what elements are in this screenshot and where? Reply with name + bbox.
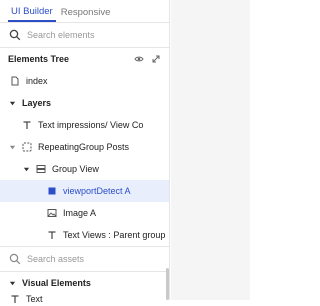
search-assets-field[interactable]: Search assets (0, 247, 169, 271)
text-element-icon (11, 295, 19, 303)
search-icon (9, 253, 21, 265)
repeating-group-icon (22, 142, 32, 152)
tree-label-text-impressions: Text impressions/ View Co (38, 120, 144, 130)
caret-down-icon[interactable] (9, 144, 16, 151)
tree-item-index[interactable]: index (0, 70, 169, 92)
page-icon (11, 76, 19, 86)
tree-label-repeating-group: RepeatingGroup Posts (38, 142, 130, 152)
tree-label-image-a: Image A (63, 208, 97, 218)
visual-element-text[interactable]: Text (0, 294, 169, 306)
elements-panel: UI Builder Responsive Search elements El… (0, 0, 170, 304)
group-icon (36, 165, 46, 173)
scrollbar-thumb[interactable] (166, 268, 169, 300)
eye-icon[interactable] (134, 54, 144, 64)
panel-tabs: UI Builder Responsive (0, 0, 169, 23)
expand-icon[interactable] (151, 54, 161, 64)
visual-element-text-label: Text (26, 294, 43, 304)
tree-label-text-views: Text Views : Parent group (63, 230, 166, 240)
elements-tree-title: Elements Tree (8, 54, 70, 64)
tree-item-text-impressions[interactable]: Text impressions/ View Co (0, 114, 169, 136)
search-icon (9, 29, 21, 41)
tab-ui-builder[interactable]: UI Builder (8, 6, 56, 22)
tree-item-repeating-group[interactable]: RepeatingGroup Posts (0, 136, 169, 158)
search-elements-field[interactable]: Search elements (0, 23, 169, 48)
canvas-area[interactable] (171, 0, 250, 300)
search-elements-placeholder: Search elements (27, 30, 95, 40)
tree-item-text-views[interactable]: Text Views : Parent group (0, 224, 169, 246)
text-element-icon (23, 121, 31, 129)
tab-responsive[interactable]: Responsive (58, 7, 114, 22)
caret-down-icon[interactable] (9, 100, 16, 107)
tree-label-layers: Layers (22, 98, 52, 108)
tree-item-viewport-detect[interactable]: viewportDetect A (0, 180, 169, 202)
search-assets-placeholder: Search assets (27, 254, 85, 264)
text-element-icon (48, 231, 56, 239)
tree-item-group-view[interactable]: Group View (0, 158, 169, 180)
tree-item-layers[interactable]: Layers (0, 92, 169, 114)
visual-elements-title: Visual Elements (22, 278, 91, 288)
visual-elements-header[interactable]: Visual Elements (0, 272, 169, 294)
tree-item-image-a[interactable]: Image A (0, 202, 169, 224)
elements-tree-header: Elements Tree (0, 48, 169, 70)
image-icon (47, 209, 57, 217)
caret-down-icon[interactable] (9, 280, 16, 287)
tree-label-index: index (26, 76, 48, 86)
tree-label-group-view: Group View (52, 164, 99, 174)
tree-label-viewport-detect: viewportDetect A (63, 186, 131, 196)
caret-down-icon[interactable] (23, 166, 30, 173)
shape-icon (48, 187, 56, 195)
